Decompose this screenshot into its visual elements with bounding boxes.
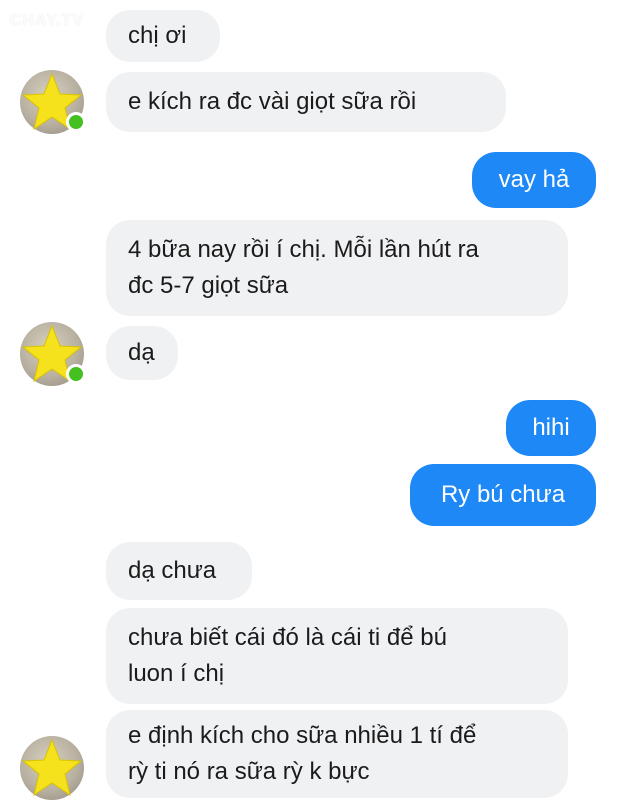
message-text: Ry bú chưa [440,481,566,508]
star-avatar-icon [21,738,83,797]
incoming-message-bubble[interactable]: e định kích cho sữa nhiều 1 tí để rỳ ti … [106,710,568,798]
message-text: chị ơi [128,22,187,49]
sender-avatar[interactable] [20,322,86,386]
online-status-indicator [66,364,86,384]
incoming-message-bubble[interactable]: 4 bữa nay rồi í chị. Mỗi lần hút ra đc 5… [106,220,568,316]
outgoing-message-bubble[interactable]: Ry bú chưa [410,464,596,526]
incoming-message-bubble[interactable]: chưa biết cái đó là cái ti để bú luon í … [106,608,568,704]
message-text: dạ chưa [128,557,217,584]
message-text: e kích ra đc vài giọt sữa rồi [128,88,417,115]
message-text: vay hả [498,166,570,193]
sender-avatar[interactable] [20,70,86,134]
outgoing-message-bubble[interactable]: hihi [506,400,596,456]
incoming-message-bubble[interactable]: dạ [106,326,178,380]
sender-avatar[interactable] [20,736,84,800]
message-text: chưa biết cái đó là cái ti để bú luon í … [128,624,447,687]
message-text: dạ [128,339,155,366]
message-text: hihi [532,414,570,441]
online-status-indicator [66,112,86,132]
incoming-message-bubble[interactable]: dạ chưa [106,542,252,600]
incoming-message-bubble[interactable]: chị ơi [106,10,220,62]
watermark-text: CHAY.TV [10,12,84,29]
message-text: 4 bữa nay rồi í chị. Mỗi lần hút ra đc 5… [128,236,479,299]
outgoing-message-bubble[interactable]: vay hả [472,152,596,208]
incoming-message-bubble[interactable]: e kích ra đc vài giọt sữa rồi [106,72,506,132]
message-text: e định kích cho sữa nhiều 1 tí để rỳ ti … [128,722,477,785]
